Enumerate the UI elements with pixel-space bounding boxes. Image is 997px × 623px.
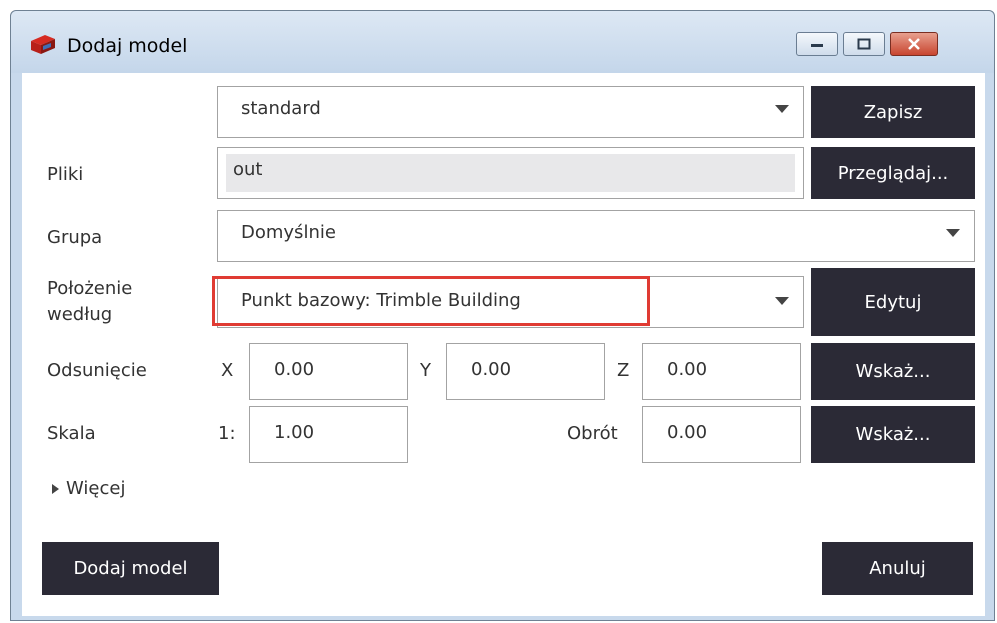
offset-z-value: 0.00 bbox=[667, 359, 708, 380]
rotation-value: 0.00 bbox=[667, 422, 708, 443]
offset-x-input[interactable]: 0.00 bbox=[249, 343, 408, 400]
scale-label: Skala bbox=[47, 423, 96, 444]
offset-label: Odsunięcie bbox=[47, 360, 147, 381]
title-bar[interactable]: Dodaj model bbox=[11, 11, 994, 73]
position-label-line2: według bbox=[47, 304, 113, 325]
minimize-icon bbox=[811, 44, 823, 47]
files-label: Pliki bbox=[47, 164, 84, 185]
app-icon bbox=[31, 35, 55, 54]
scale-prefix: 1: bbox=[218, 423, 236, 444]
offset-x-label: X bbox=[221, 360, 234, 381]
group-label: Grupa bbox=[47, 227, 103, 248]
pick-offset-button[interactable]: Wskaż... bbox=[811, 343, 975, 400]
files-field[interactable]: out bbox=[217, 147, 804, 199]
files-field-background bbox=[226, 154, 795, 192]
close-button[interactable] bbox=[890, 32, 938, 56]
save-preset-button[interactable]: Zapisz bbox=[811, 86, 975, 138]
chevron-down-icon bbox=[946, 229, 960, 237]
scale-input[interactable]: 1.00 bbox=[249, 406, 408, 463]
maximize-button[interactable] bbox=[843, 32, 885, 56]
offset-y-label: Y bbox=[420, 360, 431, 381]
rotation-label: Obrót bbox=[567, 423, 618, 444]
add-model-button[interactable]: Dodaj model bbox=[42, 542, 219, 595]
preset-value: standard bbox=[241, 98, 321, 119]
cancel-button[interactable]: Anuluj bbox=[822, 542, 973, 595]
scale-value: 1.00 bbox=[274, 422, 315, 443]
rotation-input[interactable]: 0.00 bbox=[642, 406, 801, 463]
offset-y-input[interactable]: 0.00 bbox=[446, 343, 605, 400]
offset-z-input[interactable]: 0.00 bbox=[642, 343, 801, 400]
offset-z-label: Z bbox=[617, 360, 630, 381]
chevron-down-icon bbox=[775, 105, 789, 113]
more-label: Więcej bbox=[66, 478, 126, 499]
position-label: Położenie według bbox=[47, 276, 132, 328]
pick-scale-button[interactable]: Wskaż... bbox=[811, 406, 975, 463]
offset-x-value: 0.00 bbox=[274, 359, 315, 380]
group-select[interactable]: Domyślnie bbox=[217, 210, 975, 262]
caret-right-icon bbox=[52, 483, 59, 494]
chevron-down-icon bbox=[775, 297, 789, 305]
minimize-button[interactable] bbox=[796, 32, 838, 56]
files-value: out bbox=[233, 159, 263, 180]
position-label-line1: Położenie bbox=[47, 278, 133, 299]
highlight-box bbox=[212, 276, 650, 326]
preset-select[interactable]: standard bbox=[217, 86, 804, 138]
edit-position-button[interactable]: Edytuj bbox=[811, 268, 975, 336]
close-icon bbox=[908, 38, 920, 50]
offset-y-value: 0.00 bbox=[471, 359, 512, 380]
maximize-icon bbox=[857, 38, 871, 50]
window-title: Dodaj model bbox=[67, 35, 188, 57]
group-value: Domyślnie bbox=[241, 222, 336, 243]
more-expander[interactable]: Więcej bbox=[52, 478, 125, 499]
browse-button[interactable]: Przeglądaj... bbox=[811, 147, 975, 199]
